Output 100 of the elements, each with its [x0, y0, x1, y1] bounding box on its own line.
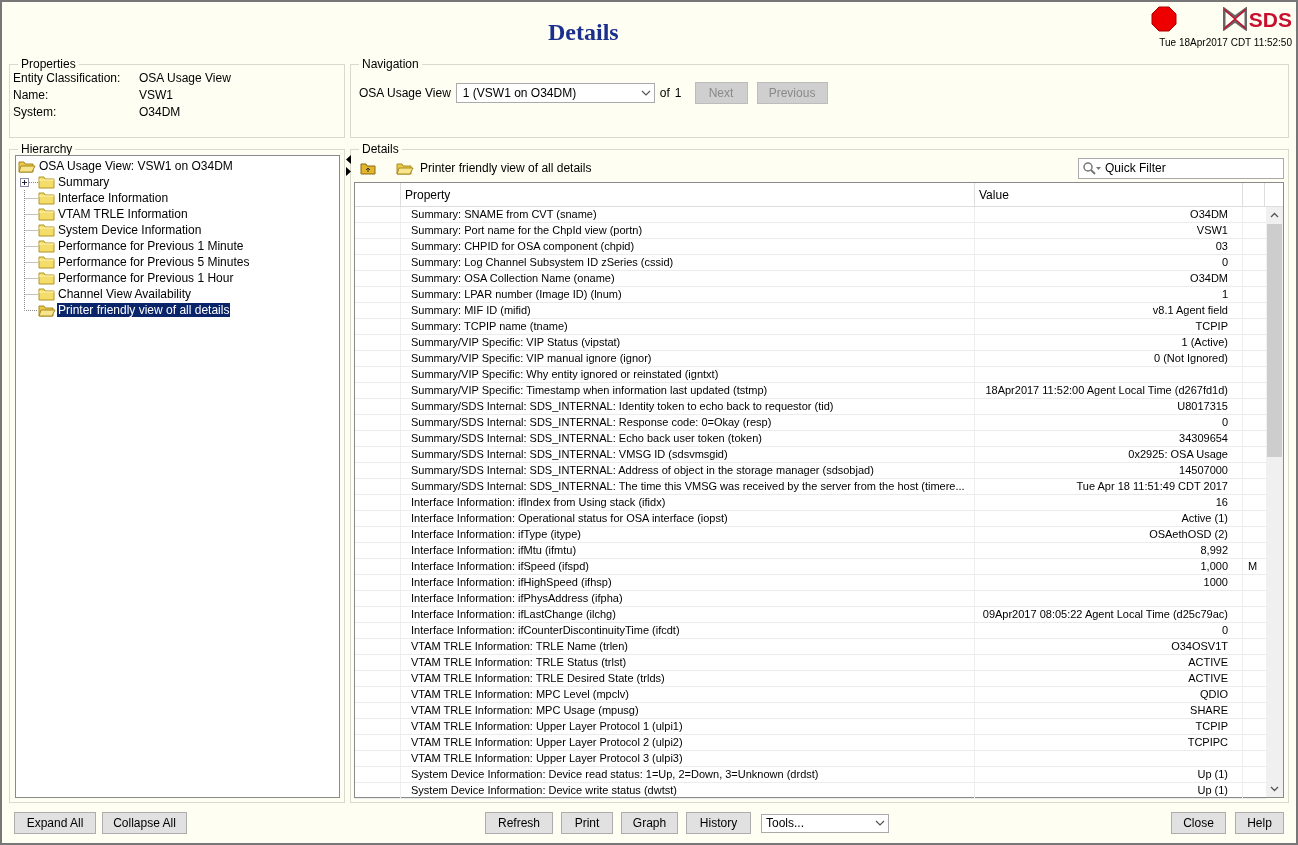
table-cell: Summary/VIP Specific: VIP Status (vipstat): [401, 335, 975, 350]
toolbar-button[interactable]: Print: [561, 812, 613, 834]
table-cell: Interface Information: ifPhysAddress (ifpha): [401, 591, 975, 606]
folder-icon: [38, 191, 56, 205]
table-cell: Interface Information: Operational status for OSA interface (iopst): [401, 511, 975, 526]
table-cell: 8,992: [975, 543, 1243, 558]
column-header[interactable]: Property: [401, 183, 975, 206]
tree-item[interactable]: Performance for Previous 5 Minutes: [57, 255, 251, 269]
quick-filter-field[interactable]: Quick Filter: [1078, 157, 1284, 179]
table-cell: 0: [975, 623, 1243, 638]
table-cell: VTAM TRLE Information: Upper Layer Protocol 3 (ulpi3): [401, 751, 975, 766]
table-cell: Summary/SDS Internal: SDS_INTERNAL: Response code: 0=Okay (resp): [401, 415, 975, 430]
page-count: 1: [674, 85, 682, 102]
page-title: Details: [548, 18, 619, 47]
toolbar-button[interactable]: Close: [1171, 812, 1226, 834]
tree-item[interactable]: Performance for Previous 1 Hour: [57, 271, 235, 285]
table-cell: System Device Information: Device read status: 1=Up, 2=Down, 3=Unknown (drdst): [401, 767, 975, 782]
table-cell: 34309654: [975, 431, 1243, 446]
table-cell: Interface Information: ifSpeed (ifspd): [401, 559, 975, 574]
table-cell: ACTIVE: [975, 671, 1243, 686]
tree-line: [24, 222, 38, 238]
tree-item[interactable]: Channel View Availability: [57, 287, 192, 301]
toolbar-button[interactable]: Expand All: [14, 812, 96, 834]
toolbar-button[interactable]: Collapse All: [102, 812, 187, 834]
table-cell: VTAM TRLE Information: Upper Layer Protocol 1 (ulpi1): [401, 719, 975, 734]
filter-input[interactable]: Quick Filter: [1105, 159, 1275, 177]
table-cell: U8017315: [975, 399, 1243, 414]
folder-icon: [38, 239, 56, 253]
table-cell: Summary: OSA Collection Name (oname): [401, 271, 975, 286]
table-cell: O34DM: [975, 207, 1243, 222]
tree-line: [29, 182, 38, 183]
tree-item[interactable]: Interface Information: [57, 191, 170, 205]
tree-line: [24, 238, 38, 254]
vertical-scrollbar[interactable]: [1266, 207, 1283, 797]
folder-icon: [38, 255, 56, 269]
tree-line: [24, 254, 38, 270]
bowtie-icon: [1222, 7, 1247, 31]
field-value: OSA Usage View: [139, 70, 231, 87]
folder-icon: [38, 287, 56, 301]
search-icon[interactable]: [1082, 160, 1102, 176]
of-label: of: [659, 85, 670, 102]
table-cell: v8.1 Agent field: [975, 303, 1243, 318]
tools-dropdown[interactable]: Tools...: [761, 813, 889, 833]
toolbar-button[interactable]: Graph: [621, 812, 678, 834]
table-cell: Up (1): [975, 767, 1243, 782]
table-cell: Summary/SDS Internal: SDS_INTERNAL: The time this VMSG was received by the server from the host (timere...: [401, 479, 975, 494]
table-cell: Summary/VIP Specific: VIP manual ignore (ignor): [401, 351, 975, 366]
table-cell: Summary: LPAR number (Image ID) (lnum): [401, 287, 975, 302]
tree-line: [24, 190, 38, 206]
folder-up-icon[interactable]: [360, 161, 376, 175]
field-label: System:: [13, 104, 58, 121]
field-label: Name:: [13, 87, 50, 104]
field-label: OSA Usage View: [359, 85, 451, 102]
table-cell: VTAM TRLE Information: MPC Usage (mpusg): [401, 703, 975, 718]
table-cell: TCPIP: [975, 719, 1243, 734]
table-cell: Tue Apr 18 11:51:49 CDT 2017: [975, 479, 1243, 494]
table-cell: System Device Information: Device write status (dwtst): [401, 783, 975, 798]
tree-item[interactable]: Summary: [57, 175, 111, 189]
table-cell: 0x2925: OSA Usage: [975, 447, 1243, 462]
table-cell: 03: [975, 239, 1243, 254]
table-cell: VSW1: [975, 223, 1243, 238]
table-cell: Summary: Log Channel Subsystem ID zSeries (cssid): [401, 255, 975, 270]
field-value: O34DM: [139, 104, 181, 121]
table-cell: 1 (Active): [975, 335, 1243, 350]
toolbar-button[interactable]: History: [686, 812, 751, 834]
table-cell: Interface Information: ifIndex from Using stack (ifidx): [401, 495, 975, 510]
toolbar-button[interactable]: Help: [1235, 812, 1284, 834]
table-cell: 14507000: [975, 463, 1243, 478]
view-dropdown[interactable]: 1 (VSW1 on O34DM): [455, 83, 655, 103]
scrollbar-thumb[interactable]: [1267, 224, 1282, 457]
table-cell: Summary: SNAME from CVT (sname): [401, 207, 975, 222]
table-cell: 1000: [975, 575, 1243, 590]
folder-icon: [38, 271, 56, 285]
table-cell: Active (1): [975, 511, 1243, 526]
tree-item[interactable]: System Device Information: [57, 223, 203, 237]
column-header[interactable]: Value: [975, 183, 1243, 206]
table-cell: O34OSV1T: [975, 639, 1243, 654]
logo-text: SDS: [1248, 8, 1292, 30]
table-cell: QDIO: [975, 687, 1243, 702]
tree-item[interactable]: Performance for Previous 1 Minute: [57, 239, 245, 253]
table-cell: Summary/VIP Specific: Timestamp when information last updated (tstmp): [401, 383, 975, 398]
panel-title: Hierarchy: [20, 143, 74, 155]
table-cell: 1,000: [975, 559, 1243, 574]
splitter-arrows-icon[interactable]: [346, 155, 352, 176]
tree-line: [24, 270, 38, 286]
table-cell: 18Apr2017 11:52:00 Agent Local Time (d267fd1d): [975, 383, 1243, 398]
tree-item[interactable]: VTAM TRLE Information: [57, 207, 189, 221]
table-cell: TCPIP: [975, 319, 1243, 334]
expand-icon[interactable]: [20, 178, 29, 187]
table-cell: 0: [975, 255, 1243, 270]
table-cell: TCPIPC: [975, 735, 1243, 750]
field-label: Entity Classification:: [13, 71, 122, 87]
table-cell: SHARE: [975, 703, 1243, 718]
table-cell: ACTIVE: [975, 655, 1243, 670]
tree-item[interactable]: Printer friendly view of all details: [57, 303, 231, 317]
toolbar-button[interactable]: Refresh: [485, 812, 553, 834]
table-cell: O34DM: [975, 271, 1243, 286]
table-cell: Interface Information: ifType (itype): [401, 527, 975, 542]
tree-item[interactable]: OSA Usage View: VSW1 on O34DM: [38, 159, 234, 173]
table-cell: Interface Information: ifMtu (ifmtu): [401, 543, 975, 558]
